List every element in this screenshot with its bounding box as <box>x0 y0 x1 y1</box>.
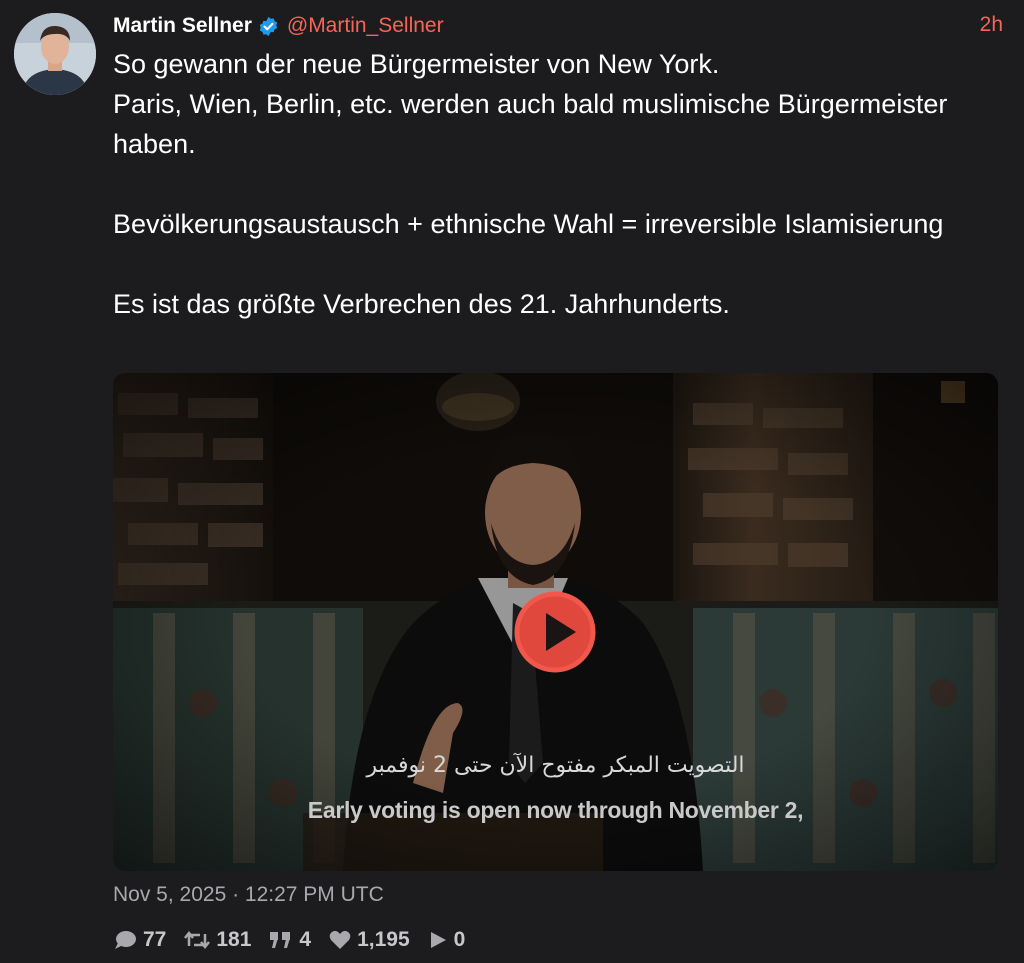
views-count: 0 <box>453 928 466 951</box>
views-icon <box>428 930 448 950</box>
views-button[interactable]: 0 <box>428 928 466 952</box>
tweet-time[interactable]: 2h <box>980 13 1003 37</box>
subtitle-arabic: التصويت المبكر مفتوح الآن حتى 2 نوفمبر <box>366 753 745 778</box>
verified-badge-icon <box>258 16 279 37</box>
retweet-button[interactable]: 181 <box>184 928 251 952</box>
video-player[interactable]: التصويت المبكر مفتوح الآن حتى 2 نوفمبر E… <box>113 373 998 871</box>
tweet-text: So gewann der neue Bürgermeister von New… <box>113 49 948 319</box>
retweet-icon <box>184 930 211 950</box>
quote-count: 4 <box>299 928 312 951</box>
tweet-timestamp[interactable]: Nov 5, 2025 · 12:27 PM UTC <box>113 883 384 907</box>
quote-button[interactable]: 4 <box>269 928 311 952</box>
like-count: 1,195 <box>357 928 410 951</box>
quote-icon <box>269 930 293 950</box>
avatar[interactable] <box>14 13 96 95</box>
reply-count: 77 <box>143 928 167 951</box>
retweet-count: 181 <box>216 928 252 951</box>
heart-icon <box>329 930 351 950</box>
reply-icon <box>113 929 137 951</box>
author-handle[interactable]: @Martin_Sellner <box>287 14 444 38</box>
action-bar: 77 181 4 1,195 0 <box>113 925 483 955</box>
reply-button[interactable]: 77 <box>113 928 166 952</box>
like-button[interactable]: 1,195 <box>329 928 410 952</box>
tweet-header: Martin Sellner @Martin_Sellner 2h <box>113 10 1003 42</box>
author-name[interactable]: Martin Sellner <box>113 14 252 38</box>
play-icon <box>514 591 596 673</box>
subtitle-english: Early voting is open now through Novembe… <box>307 797 804 823</box>
play-button[interactable] <box>512 589 598 675</box>
